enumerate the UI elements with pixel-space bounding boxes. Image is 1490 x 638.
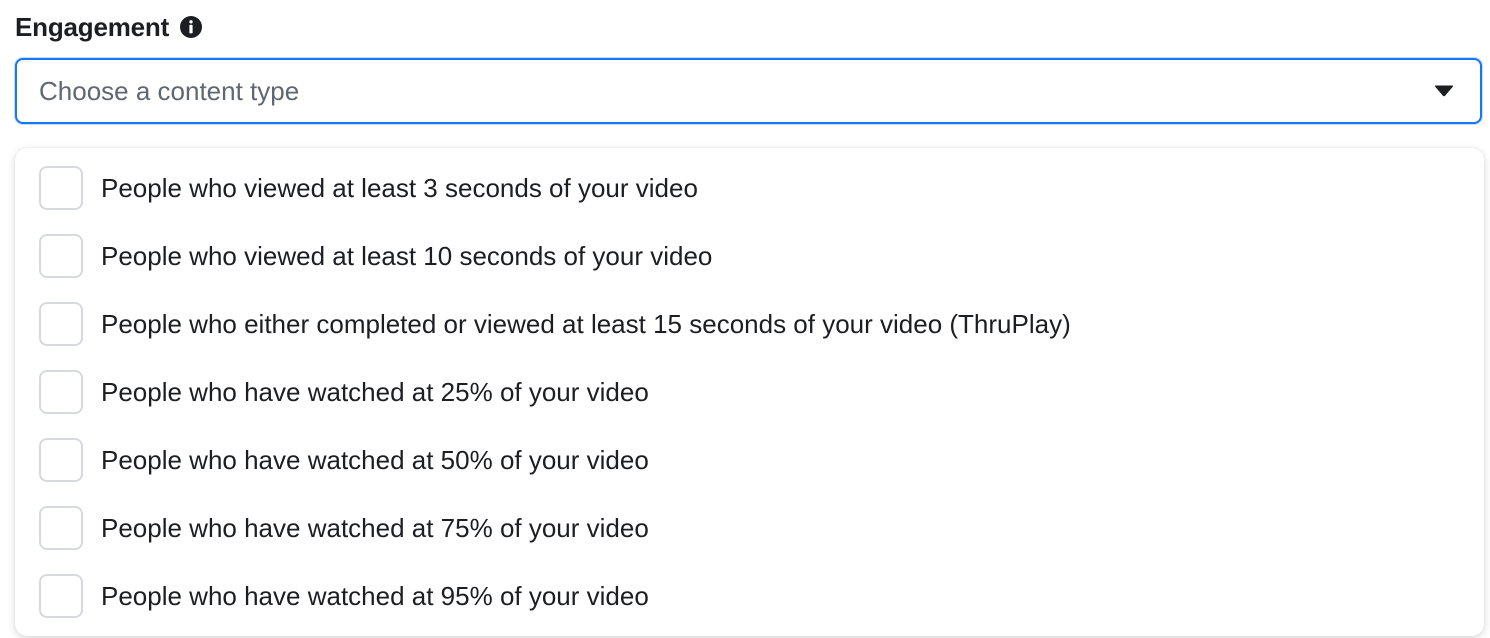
checkbox[interactable] <box>39 234 83 278</box>
info-circle-icon[interactable] <box>179 15 203 39</box>
checkbox[interactable] <box>39 302 83 346</box>
content-type-dropdown-menu: People who viewed at least 3 seconds of … <box>15 148 1484 636</box>
field-label: Engagement <box>15 11 170 42</box>
checkbox[interactable] <box>39 438 83 482</box>
field-header: Engagement <box>15 10 203 44</box>
option-thruplay[interactable]: People who either completed or viewed at… <box>15 290 1484 358</box>
checkbox[interactable] <box>39 166 83 210</box>
option-label: People who viewed at least 10 seconds of… <box>101 240 713 271</box>
content-type-select[interactable]: Choose a content type <box>15 58 1482 124</box>
option-label: People who viewed at least 3 seconds of … <box>101 172 698 203</box>
option-label: People who have watched at 95% of your v… <box>101 580 649 611</box>
checkbox[interactable] <box>39 370 83 414</box>
caret-down-icon <box>1434 85 1454 97</box>
option-watched-50-percent[interactable]: People who have watched at 50% of your v… <box>15 426 1484 494</box>
option-label: People who either completed or viewed at… <box>101 308 1071 339</box>
checkbox[interactable] <box>39 574 83 618</box>
option-viewed-10-seconds[interactable]: People who viewed at least 10 seconds of… <box>15 222 1484 290</box>
option-watched-95-percent[interactable]: People who have watched at 95% of your v… <box>15 562 1484 630</box>
option-watched-25-percent[interactable]: People who have watched at 25% of your v… <box>15 358 1484 426</box>
select-placeholder: Choose a content type <box>39 75 300 106</box>
engagement-form: Engagement Choose a content type People … <box>0 0 1490 638</box>
option-watched-75-percent[interactable]: People who have watched at 75% of your v… <box>15 494 1484 562</box>
option-label: People who have watched at 50% of your v… <box>101 444 649 475</box>
option-label: People who have watched at 75% of your v… <box>101 512 649 543</box>
option-viewed-3-seconds[interactable]: People who viewed at least 3 seconds of … <box>15 154 1484 222</box>
option-label: People who have watched at 25% of your v… <box>101 376 649 407</box>
checkbox[interactable] <box>39 506 83 550</box>
